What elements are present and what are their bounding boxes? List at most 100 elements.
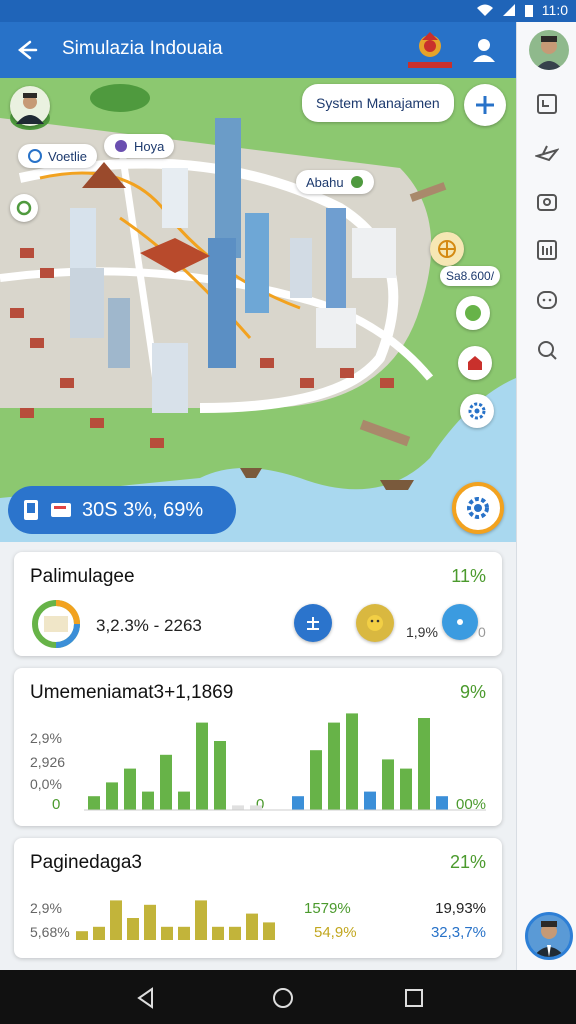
map-label-hoya[interactable]: Hoya	[104, 134, 175, 158]
card-umemeniamat[interactable]: Umemeniamat3+1,1869 9% 2,9% 2,926 0,0% 0…	[14, 668, 502, 826]
search-icon[interactable]	[535, 338, 559, 362]
card-palimulagee[interactable]: Palimulagee 11% 3,2.3% - 2263 1,9% 0	[14, 552, 502, 656]
stats-text: 30S 3%, 69%	[82, 498, 204, 521]
map-label-sa8600[interactable]: Sa8.600/	[440, 266, 501, 286]
chart-bar	[212, 926, 224, 940]
chart-bar	[400, 768, 412, 810]
chart-bar	[178, 791, 190, 810]
circle-marker-icon	[16, 200, 32, 216]
bar-chart-icon[interactable]	[535, 238, 559, 262]
chart-bar	[127, 918, 139, 940]
camera-icon[interactable]	[535, 190, 559, 214]
chart-button[interactable]	[294, 604, 332, 642]
info-dot[interactable]	[442, 604, 478, 640]
nav-recents-icon[interactable]	[402, 986, 426, 1010]
eco-icon	[465, 305, 481, 321]
chart-bar	[144, 904, 156, 940]
plane-icon[interactable]	[535, 142, 559, 166]
map-marker-green[interactable]	[10, 194, 38, 222]
bar-chart	[84, 713, 486, 811]
phone-icon	[24, 500, 38, 520]
chart-bar	[382, 759, 394, 810]
chart-bar	[110, 900, 122, 940]
user-icon[interactable]	[468, 34, 500, 66]
mood-badge	[356, 604, 394, 642]
app-bar: Simulazia Indouaia	[0, 22, 516, 78]
chart-bar	[232, 805, 244, 810]
chart-bar	[195, 900, 207, 940]
map-avatar[interactable]	[10, 86, 50, 126]
card-percent: 11%	[451, 566, 486, 586]
avatar[interactable]	[529, 30, 569, 70]
status-time: 11:0	[541, 2, 568, 18]
card-title: Palimulagee	[30, 566, 135, 587]
map-label-text: Hoya	[134, 138, 165, 154]
leaf-icon	[350, 176, 363, 188]
chat-icon	[115, 140, 127, 152]
side-rail	[516, 22, 576, 970]
chart-bar	[106, 782, 118, 810]
face-icon[interactable]	[535, 288, 559, 312]
page-title: Simulazia Indouaia	[62, 38, 223, 59]
chart-bar	[214, 741, 226, 810]
signal-icon	[502, 4, 515, 16]
wifi-icon	[476, 4, 493, 16]
stats-pill[interactable]: 30S 3%, 69%	[8, 486, 236, 534]
chart-bar	[178, 926, 190, 940]
system-management-label: System Manajamen	[316, 95, 440, 111]
chart-bar	[142, 791, 154, 810]
donut-chart-icon	[32, 600, 80, 648]
chart-bar	[161, 926, 173, 940]
wheel-marker[interactable]	[430, 232, 464, 266]
battery-icon	[524, 5, 533, 17]
map-marker-settings[interactable]	[460, 394, 494, 428]
building-icon	[468, 356, 482, 370]
calendar-icon[interactable]	[535, 92, 559, 116]
chart-bar	[160, 754, 172, 810]
nav-home-icon[interactable]	[271, 986, 295, 1010]
back-arrow-icon[interactable]	[10, 34, 42, 66]
city-map[interactable]: System Manajamen Voetlie Hoya Abahu Sa8.…	[0, 78, 516, 542]
system-nav-bar	[0, 970, 576, 1024]
map-marker-eco[interactable]	[456, 296, 490, 330]
chart-bar	[292, 796, 304, 810]
map-label-text: Sa8.600/	[446, 269, 495, 283]
chart-bar	[76, 931, 88, 940]
emblem-logo	[408, 32, 452, 68]
profile-avatar[interactable]	[525, 912, 573, 960]
chart-bar	[196, 722, 208, 810]
chart-bar	[436, 796, 448, 810]
dot-icon	[457, 619, 463, 625]
wheel-icon	[438, 240, 456, 258]
chart-bar	[328, 722, 340, 810]
map-label-text: Voetlie	[48, 148, 88, 164]
map-marker-building[interactable]	[458, 346, 492, 380]
chart-bar	[93, 926, 105, 940]
chart-bar	[250, 805, 262, 810]
bar-chart	[76, 900, 275, 940]
chart-bar	[88, 796, 100, 810]
add-button[interactable]	[464, 84, 506, 126]
side-zero: 0	[478, 624, 486, 640]
chart-bar	[229, 926, 241, 940]
card-value: 3,2.3% - 2263	[96, 616, 202, 635]
chart-bar	[246, 913, 258, 940]
chart-bar	[310, 750, 322, 810]
map-label-text: Abahu	[306, 174, 344, 190]
card-icon	[51, 503, 71, 517]
system-management-chip[interactable]: System Manajamen	[302, 84, 454, 122]
gear-icon	[468, 402, 486, 420]
status-bar: 11:0	[0, 0, 576, 22]
settings-gear-icon	[467, 497, 489, 519]
chart-bar	[263, 922, 275, 940]
map-label-voetlie[interactable]: Voetlie	[18, 144, 98, 168]
chart-icon	[307, 617, 319, 630]
card-paginedaga[interactable]: Paginedaga3 21% 2,9% 5,68% 1579% 54,9% 1…	[14, 838, 502, 958]
plus-icon	[476, 96, 494, 114]
chart-bar	[124, 768, 136, 810]
chart-bar	[346, 713, 358, 810]
nav-back-icon[interactable]	[134, 986, 158, 1010]
chart-bar	[418, 718, 430, 810]
settings-fab[interactable]	[452, 482, 504, 534]
map-label-abahu[interactable]: Abahu	[296, 170, 374, 194]
